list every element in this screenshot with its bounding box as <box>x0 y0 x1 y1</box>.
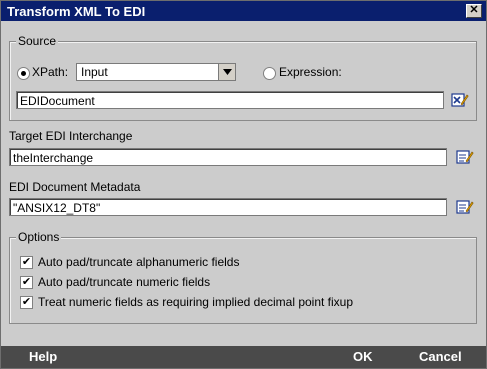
chevron-down-icon <box>218 64 235 80</box>
target-field[interactable]: theInterchange <box>9 148 447 166</box>
xpath-edit-button[interactable] <box>450 91 470 109</box>
help-button[interactable]: Help <box>29 349 57 364</box>
option-checkbox-implied-decimal[interactable]: ✔ <box>20 296 33 309</box>
metadata-field[interactable]: "ANSIX12_DT8" <box>9 198 447 216</box>
target-edit-button[interactable] <box>455 148 475 166</box>
source-group: Source XPath: Input Expression: EDIDocum… <box>9 34 477 121</box>
option-label-alphanumeric: Auto pad/truncate alphanumeric fields <box>38 255 240 269</box>
metadata-label: EDI Document Metadata <box>9 180 141 194</box>
button-bar: Help OK Cancel <box>1 346 486 368</box>
option-label-implied-decimal: Treat numeric fields as requiring implie… <box>38 295 354 309</box>
ok-button[interactable]: OK <box>353 349 373 364</box>
target-label: Target EDI Interchange <box>9 129 133 143</box>
title-bar[interactable]: Transform XML To EDI ✕ <box>1 1 486 21</box>
expression-radio[interactable] <box>263 67 276 80</box>
source-value-text: EDIDocument <box>20 94 95 108</box>
close-button[interactable]: ✕ <box>466 4 482 18</box>
xpath-radio[interactable] <box>17 67 30 80</box>
option-label-numeric: Auto pad/truncate numeric fields <box>38 275 211 289</box>
transform-dialog: Transform XML To EDI ✕ Source XPath: Inp… <box>0 0 487 369</box>
option-checkbox-alphanumeric[interactable]: ✔ <box>20 256 33 269</box>
options-legend: Options <box>16 230 62 244</box>
edit-pencil-icon <box>456 200 474 214</box>
metadata-edit-button[interactable] <box>455 198 475 216</box>
close-icon: ✕ <box>469 4 479 16</box>
xpath-label: XPath: <box>32 65 69 79</box>
source-legend: Source <box>16 34 59 48</box>
expression-label: Expression: <box>279 65 342 79</box>
source-value-field[interactable]: EDIDocument <box>16 91 444 109</box>
edit-pencil-icon <box>456 150 474 164</box>
xpath-select-value: Input <box>81 65 108 79</box>
option-checkbox-numeric[interactable]: ✔ <box>20 276 33 289</box>
cancel-button[interactable]: Cancel <box>419 349 462 364</box>
xpath-edit-icon <box>451 93 469 107</box>
xpath-select[interactable]: Input <box>76 63 236 81</box>
options-group: Options ✔ Auto pad/truncate alphanumeric… <box>9 230 477 324</box>
metadata-value-text: "ANSIX12_DT8" <box>13 201 101 215</box>
target-value-text: theInterchange <box>13 151 94 165</box>
window-title: Transform XML To EDI <box>7 4 146 19</box>
